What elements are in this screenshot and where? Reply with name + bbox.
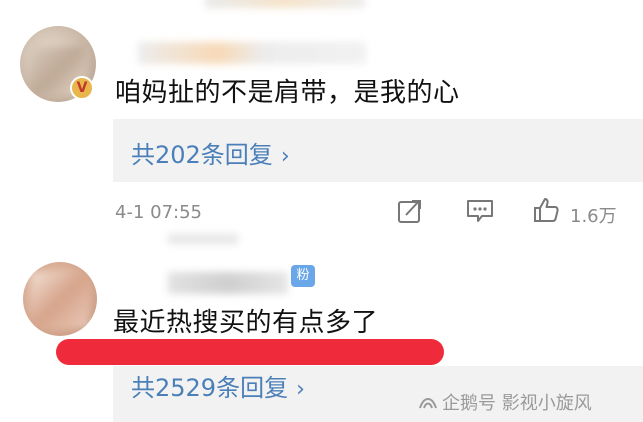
comment-text: 最近热搜买的有点多了 bbox=[113, 308, 379, 338]
comment-time: 4-1 07:55 bbox=[115, 202, 202, 223]
avatar[interactable] bbox=[23, 262, 97, 336]
cropped-username-top bbox=[205, 0, 365, 8]
comment-icon[interactable] bbox=[466, 198, 494, 224]
watermark: 企鹅号 影视小旋风 bbox=[418, 389, 592, 415]
view-replies-label: 共2529条回复 bbox=[131, 374, 289, 402]
fan-badge: 粉 bbox=[291, 265, 315, 287]
view-replies-link[interactable]: 共2529条回复 › bbox=[131, 368, 305, 403]
like-count: 1.6万 bbox=[570, 206, 617, 227]
divider-pixelated bbox=[168, 234, 238, 244]
view-replies-link[interactable]: 共202条回复 › bbox=[131, 135, 290, 170]
comment-text: 咱妈扯的不是肩带，是我的心 bbox=[115, 78, 460, 108]
watermark-text: 企鹅号 影视小旋风 bbox=[442, 393, 592, 414]
username-pixelated[interactable] bbox=[138, 42, 366, 64]
verified-badge: V bbox=[70, 76, 94, 100]
chevron-right-icon: › bbox=[280, 144, 290, 169]
penguin-logo-icon bbox=[419, 398, 437, 409]
share-icon[interactable] bbox=[397, 198, 423, 224]
avatar-image bbox=[31, 272, 89, 328]
highlight-underline bbox=[56, 339, 444, 365]
thumbs-up-icon[interactable] bbox=[532, 196, 560, 224]
reply-summary-box[interactable]: 共202条回复 › bbox=[113, 119, 643, 182]
view-replies-label: 共202条回复 bbox=[131, 141, 273, 169]
username-pixelated[interactable] bbox=[168, 272, 288, 294]
chevron-right-icon: › bbox=[296, 377, 305, 402]
